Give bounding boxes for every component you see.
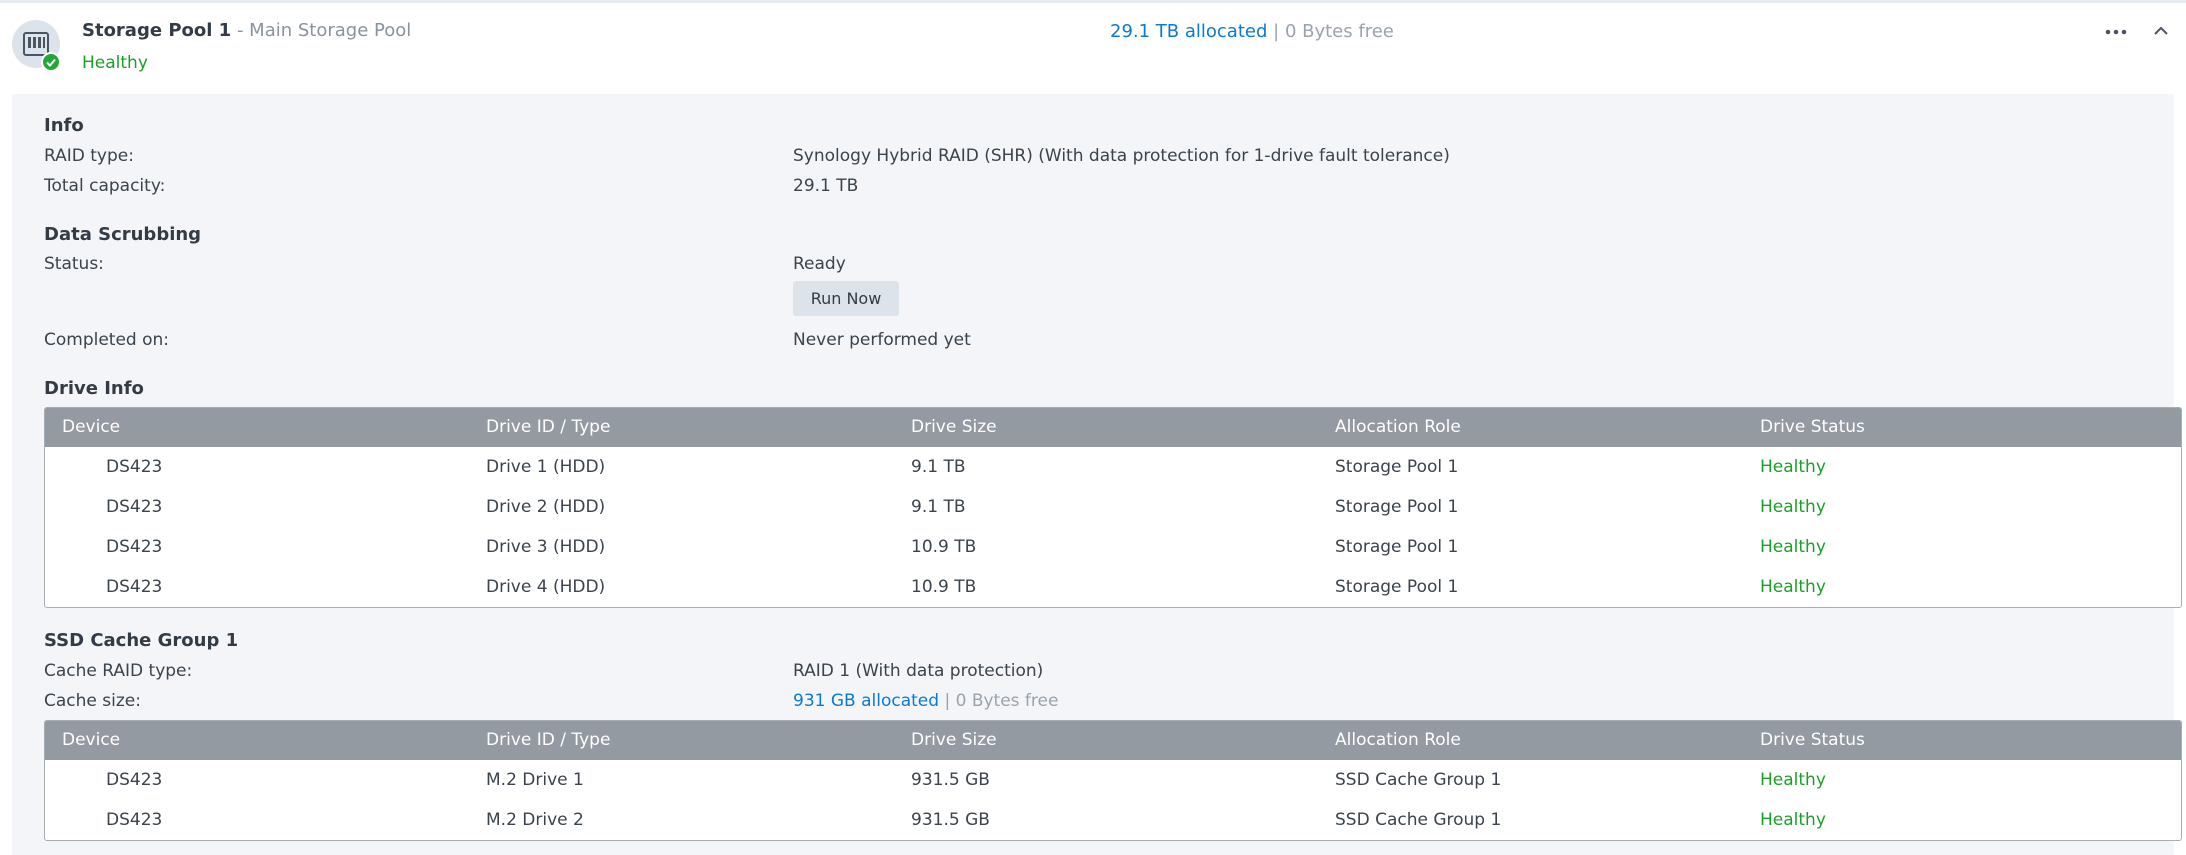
cell-device: DS423 xyxy=(106,537,163,557)
column-header-drive-status[interactable]: Drive Status xyxy=(1760,730,1865,750)
chevron-up-icon[interactable] xyxy=(2150,22,2172,40)
cell-drive-id: Drive 2 (HDD) xyxy=(486,497,606,517)
cache-free-space: 0 Bytes free xyxy=(955,691,1059,711)
cell-drive-size: 931.5 GB xyxy=(911,810,990,830)
completed-on-value: Never performed yet xyxy=(793,330,971,350)
table-row[interactable]: DS423 Drive 4 (HDD) 10.9 TB Storage Pool… xyxy=(45,567,2181,607)
pool-health-status: Healthy xyxy=(82,53,148,73)
cell-drive-size: 931.5 GB xyxy=(911,770,990,790)
drive-info-section-title: Drive Info xyxy=(44,378,144,399)
cell-drive-size: 9.1 TB xyxy=(911,457,966,477)
cell-allocation-role: SSD Cache Group 1 xyxy=(1335,770,1502,790)
cache-raid-type-label: Cache RAID type: xyxy=(44,661,193,681)
allocated-link[interactable]: 29.1 TB allocated xyxy=(1110,21,1267,42)
column-header-allocation-role[interactable]: Allocation Role xyxy=(1335,417,1461,437)
table-header: Device Drive ID / Type Drive Size Alloca… xyxy=(45,721,2181,760)
free-space: 0 Bytes free xyxy=(1284,21,1394,42)
cell-drive-id: Drive 1 (HDD) xyxy=(486,457,606,477)
table-row[interactable]: DS423 Drive 1 (HDD) 9.1 TB Storage Pool … xyxy=(45,447,2181,487)
run-now-button[interactable]: Run Now xyxy=(793,281,899,316)
table-row[interactable]: DS423 Drive 3 (HDD) 10.9 TB Storage Pool… xyxy=(45,527,2181,567)
pool-title: Storage Pool 1 - Main Storage Pool xyxy=(82,20,411,41)
cell-device: DS423 xyxy=(106,577,163,597)
cell-drive-status: Healthy xyxy=(1760,577,1826,597)
table-header: Device Drive ID / Type Drive Size Alloca… xyxy=(45,408,2181,447)
cell-drive-status: Healthy xyxy=(1760,457,1826,477)
scrubbing-status-value: Ready xyxy=(793,254,846,274)
info-section-title: Info xyxy=(44,115,84,136)
column-header-drive-size[interactable]: Drive Size xyxy=(911,730,997,750)
cell-allocation-role: SSD Cache Group 1 xyxy=(1335,810,1502,830)
more-icon[interactable] xyxy=(2102,24,2130,40)
cell-drive-size: 9.1 TB xyxy=(911,497,966,517)
cell-device: DS423 xyxy=(106,457,163,477)
column-header-allocation-role[interactable]: Allocation Role xyxy=(1335,730,1461,750)
table-row[interactable]: DS423 M.2 Drive 1 931.5 GB SSD Cache Gro… xyxy=(45,760,2181,800)
cell-drive-id: Drive 3 (HDD) xyxy=(486,537,606,557)
cell-allocation-role: Storage Pool 1 xyxy=(1335,497,1459,517)
top-divider xyxy=(0,0,2186,3)
cache-size-label: Cache size: xyxy=(44,691,141,711)
scrubbing-status-label: Status: xyxy=(44,254,104,274)
cell-device: DS423 xyxy=(106,810,163,830)
allocation-summary: 29.1 TB allocated | 0 Bytes free xyxy=(1110,21,1394,42)
column-header-drive-id[interactable]: Drive ID / Type xyxy=(486,417,610,437)
column-header-drive-id[interactable]: Drive ID / Type xyxy=(486,730,610,750)
raid-type-value: Synology Hybrid RAID (SHR) (With data pr… xyxy=(793,146,1450,166)
column-header-drive-size[interactable]: Drive Size xyxy=(911,417,997,437)
cell-device: DS423 xyxy=(106,770,163,790)
cache-allocation-divider: | xyxy=(944,691,951,711)
cell-drive-size: 10.9 TB xyxy=(911,537,977,557)
storage-pool-icon xyxy=(12,20,62,72)
raid-type-label: RAID type: xyxy=(44,146,134,166)
cell-allocation-role: Storage Pool 1 xyxy=(1335,577,1459,597)
pool-title-separator: - xyxy=(236,20,244,41)
cache-raid-type-value: RAID 1 (With data protection) xyxy=(793,661,1044,681)
check-icon xyxy=(41,52,61,72)
completed-on-label: Completed on: xyxy=(44,330,170,350)
data-scrubbing-section-title: Data Scrubbing xyxy=(44,224,202,245)
pool-name: Storage Pool 1 xyxy=(82,20,232,41)
table-row[interactable]: DS423 Drive 2 (HDD) 9.1 TB Storage Pool … xyxy=(45,487,2181,527)
drive-info-table: Device Drive ID / Type Drive Size Alloca… xyxy=(44,407,2182,608)
cell-drive-status: Healthy xyxy=(1760,497,1826,517)
total-capacity-value: 29.1 TB xyxy=(793,176,859,196)
cache-size-value: 931 GB allocated | 0 Bytes free xyxy=(793,691,1058,711)
cell-drive-id: M.2 Drive 2 xyxy=(486,810,584,830)
pool-details-panel: Info RAID type: Synology Hybrid RAID (SH… xyxy=(12,94,2182,855)
cell-drive-size: 10.9 TB xyxy=(911,577,977,597)
allocation-divider: | xyxy=(1273,21,1280,42)
cell-allocation-role: Storage Pool 1 xyxy=(1335,457,1459,477)
cell-drive-status: Healthy xyxy=(1760,810,1826,830)
column-header-device[interactable]: Device xyxy=(62,417,120,437)
ssd-cache-section-title: SSD Cache Group 1 xyxy=(44,630,239,651)
column-header-device[interactable]: Device xyxy=(62,730,120,750)
total-capacity-label: Total capacity: xyxy=(44,176,166,196)
cache-allocated-link[interactable]: 931 GB allocated xyxy=(793,691,939,711)
table-row[interactable]: DS423 M.2 Drive 2 931.5 GB SSD Cache Gro… xyxy=(45,800,2181,840)
pool-description: Main Storage Pool xyxy=(249,20,412,41)
cell-device: DS423 xyxy=(106,497,163,517)
cell-drive-id: Drive 4 (HDD) xyxy=(486,577,606,597)
cell-drive-status: Healthy xyxy=(1760,537,1826,557)
column-header-drive-status[interactable]: Drive Status xyxy=(1760,417,1865,437)
cell-drive-status: Healthy xyxy=(1760,770,1826,790)
ssd-cache-table: Device Drive ID / Type Drive Size Alloca… xyxy=(44,720,2182,841)
cell-allocation-role: Storage Pool 1 xyxy=(1335,537,1459,557)
cell-drive-id: M.2 Drive 1 xyxy=(486,770,584,790)
